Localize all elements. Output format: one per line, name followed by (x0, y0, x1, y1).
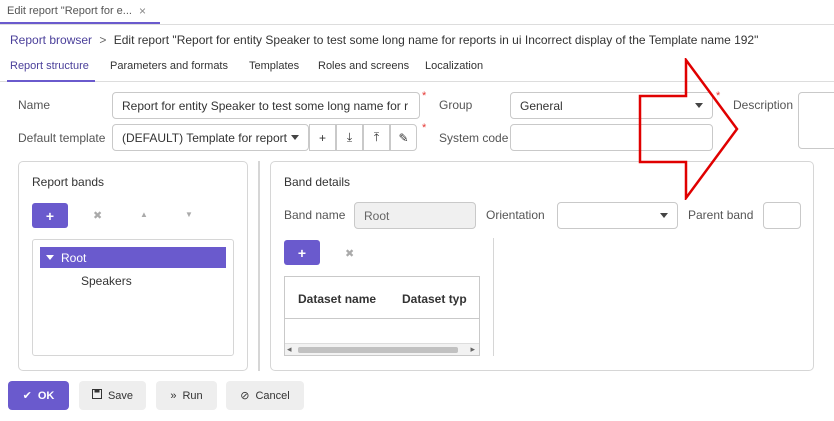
report-bands-title: Report bands (32, 175, 105, 189)
edit-template-button[interactable]: ✎ (390, 124, 417, 151)
column-dataset-name[interactable]: Dataset name (298, 292, 376, 306)
band-name-field[interactable]: Root (354, 202, 476, 229)
ok-button[interactable]: ✔ OK (8, 381, 69, 410)
dataset-divider (493, 238, 494, 356)
remove-band-icon[interactable]: ✖ (93, 209, 102, 222)
name-required-mark: * (422, 90, 427, 102)
chevron-down-icon (660, 213, 668, 218)
move-down-icon[interactable]: ▼ (185, 210, 193, 219)
breadcrumb-current: Edit report "Report for entity Speaker t… (113, 33, 759, 47)
add-template-button[interactable]: + (309, 124, 336, 151)
tree-item-root-label: Root (61, 250, 87, 265)
tab-parameters-and-formats[interactable]: Parameters and formats (110, 60, 228, 72)
datasets-table[interactable]: Dataset name Dataset typ ◂ ▸ (284, 276, 480, 356)
tree-item-speakers[interactable]: Speakers (33, 268, 233, 288)
system-code-label: System code (439, 131, 509, 145)
description-label: Description (733, 98, 794, 112)
band-name-value: Root (364, 208, 390, 223)
group-label: Group (439, 98, 473, 112)
cancel-icon: ⊘ (240, 390, 250, 402)
column-dataset-type[interactable]: Dataset typ (402, 292, 467, 306)
band-details-title: Band details (284, 175, 351, 189)
editor-tab[interactable]: Edit report "Report for e... × (0, 0, 160, 24)
cancel-button[interactable]: ⊘ Cancel (226, 381, 304, 410)
annotation-arrow-icon (638, 58, 739, 200)
horizontal-scrollbar[interactable]: ◂ ▸ (285, 343, 479, 355)
name-field[interactable]: Report for entity Speaker to test some l… (112, 92, 420, 119)
breadcrumb-report-browser[interactable]: Report browser (10, 33, 92, 47)
run-button-label: Run (182, 389, 203, 402)
default-template-label: Default template (18, 131, 106, 145)
cancel-button-label: Cancel (255, 389, 290, 402)
expand-caret-icon[interactable] (46, 255, 54, 260)
group-select-value: General (520, 98, 563, 113)
scrollbar-thumb[interactable] (298, 347, 458, 353)
check-icon: ✔ (22, 390, 32, 402)
description-textarea[interactable] (798, 92, 834, 149)
remove-dataset-icon[interactable]: ✖ (345, 247, 354, 260)
name-label: Name (18, 98, 51, 112)
editor-tab-title: Edit report "Report for e... (7, 5, 132, 17)
move-up-icon[interactable]: ▲ (140, 210, 148, 219)
datasets-table-header: Dataset name Dataset typ (285, 277, 479, 319)
run-icon: » (170, 389, 177, 402)
bands-tree[interactable]: Root Speakers (32, 239, 234, 356)
parent-band-field[interactable] (763, 202, 801, 229)
save-button[interactable]: Save (79, 381, 146, 410)
tab-localization[interactable]: Localization (425, 60, 483, 72)
download-template-button[interactable]: ⤓ (336, 124, 363, 151)
scroll-left-icon[interactable]: ◂ (287, 344, 292, 355)
panel-splitter[interactable] (258, 161, 260, 371)
template-required-mark: * (422, 122, 427, 134)
scroll-right-icon[interactable]: ▸ (470, 344, 475, 355)
close-tab-icon[interactable]: × (139, 4, 146, 18)
orientation-label: Orientation (486, 208, 545, 222)
parent-band-label: Parent band (688, 208, 754, 222)
run-button[interactable]: » Run (156, 381, 217, 410)
breadcrumb: Report browser > Edit report "Report for… (10, 33, 758, 47)
name-field-value: Report for entity Speaker to test some l… (122, 98, 409, 113)
chevron-down-icon (291, 135, 299, 140)
orientation-select[interactable] (557, 202, 678, 229)
band-name-label: Band name (284, 208, 346, 222)
ok-button-label: OK (37, 389, 55, 402)
default-template-value: (DEFAULT) Template for report (122, 130, 287, 145)
tab-roles-and-screens[interactable]: Roles and screens (318, 60, 409, 72)
tab-divider (0, 24, 834, 25)
save-button-label: Save (107, 389, 134, 402)
add-dataset-button[interactable]: + (284, 240, 320, 265)
save-icon (91, 389, 102, 402)
default-template-select[interactable]: (DEFAULT) Template for report (112, 124, 309, 151)
tab-templates[interactable]: Templates (249, 60, 299, 72)
active-tab-indicator (7, 80, 95, 82)
upload-template-button[interactable]: ⤒ (363, 124, 390, 151)
tree-item-root[interactable]: Root (40, 247, 226, 268)
tab-report-structure[interactable]: Report structure (10, 60, 89, 72)
add-band-button[interactable]: + (32, 203, 68, 228)
breadcrumb-separator: > (99, 33, 107, 47)
